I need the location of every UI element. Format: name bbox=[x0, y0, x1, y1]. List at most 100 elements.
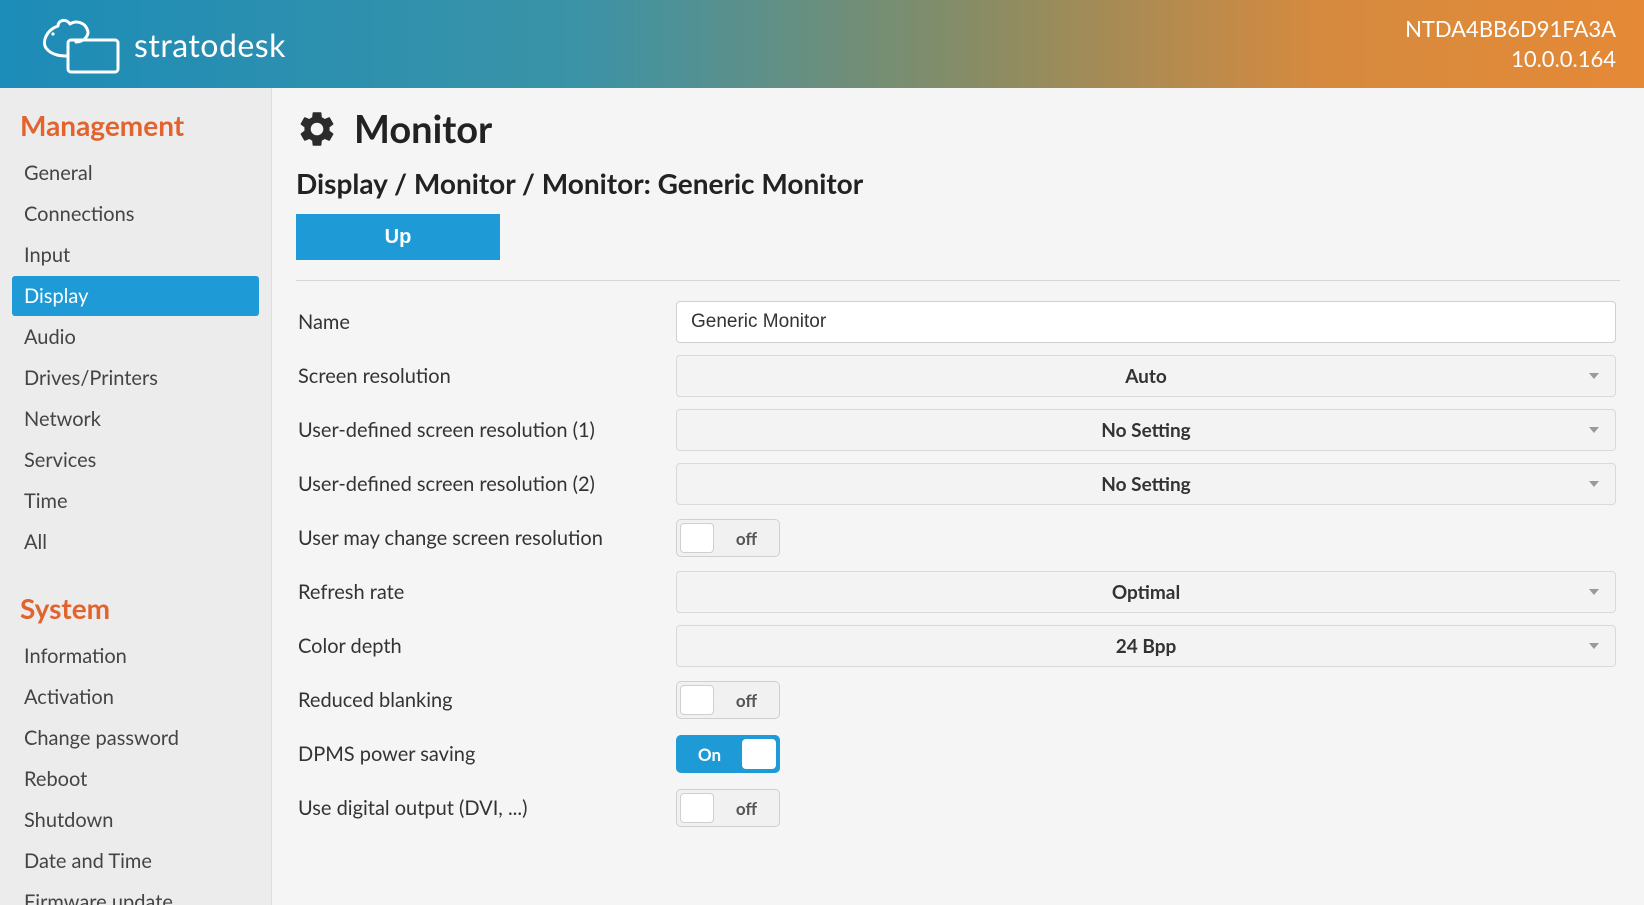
reduced-blank-toggle[interactable]: off bbox=[676, 681, 780, 719]
form-area: NameScreen resolutionAutoUser-defined sc… bbox=[296, 295, 1620, 835]
sidebar-item-label: Services bbox=[24, 448, 96, 472]
section-divider bbox=[296, 280, 1620, 281]
sidebar-item-drives-printers[interactable]: Drives/Printers bbox=[12, 358, 259, 398]
field-label: Screen resolution bbox=[296, 364, 676, 388]
toggle-knob bbox=[680, 685, 714, 715]
page-title: Monitor bbox=[354, 106, 492, 152]
refresh-rate-select[interactable]: Optimal bbox=[676, 571, 1616, 613]
sidebar-item-label: Firmware update bbox=[24, 890, 173, 905]
sidebar-item-label: Change password bbox=[24, 726, 179, 750]
sidebar-item-label: Display bbox=[24, 284, 88, 308]
form-row-name: Name bbox=[296, 295, 1616, 349]
gear-icon bbox=[296, 108, 338, 150]
field-control-cell bbox=[676, 301, 1616, 343]
sidebar-item-label: Audio bbox=[24, 325, 76, 349]
field-label: DPMS power saving bbox=[296, 742, 676, 766]
breadcrumb: Display / Monitor / Monitor: Generic Mon… bbox=[296, 166, 1620, 200]
sidebar-item-label: Network bbox=[24, 407, 101, 431]
sidebar-item-services[interactable]: Services bbox=[12, 440, 259, 480]
field-control-cell: Auto bbox=[676, 355, 1616, 397]
form-row-user-res-1: User-defined screen resolution (1)No Set… bbox=[296, 403, 1616, 457]
sidebar-item-label: Date and Time bbox=[24, 849, 152, 873]
toggle-label: off bbox=[714, 798, 779, 819]
sidebar-item-activation[interactable]: Activation bbox=[12, 677, 259, 717]
form-row-user-may-change: User may change screen resolutionoff bbox=[296, 511, 1616, 565]
header-ip: 10.0.0.164 bbox=[1405, 44, 1616, 74]
sidebar-item-general[interactable]: General bbox=[12, 153, 259, 193]
toggle-label: On bbox=[677, 744, 742, 765]
sidebar-section-title: System bbox=[12, 587, 259, 635]
sidebar-item-information[interactable]: Information bbox=[12, 636, 259, 676]
toggle-knob bbox=[742, 739, 776, 769]
user-res-1-select[interactable]: No Setting bbox=[676, 409, 1616, 451]
header-host-block: NTDA4BB6D91FA3A 10.0.0.164 bbox=[1405, 14, 1616, 73]
brand-text: stratodesk bbox=[134, 25, 286, 64]
form-row-refresh-rate: Refresh rate Optimal bbox=[296, 565, 1616, 619]
sidebar-item-date-and-time[interactable]: Date and Time bbox=[12, 841, 259, 881]
sidebar-item-change-password[interactable]: Change password bbox=[12, 718, 259, 758]
color-depth-select[interactable]: 24 Bpp bbox=[676, 625, 1616, 667]
sidebar-item-connections[interactable]: Connections bbox=[12, 194, 259, 234]
field-control-cell: off bbox=[676, 519, 1616, 557]
field-label: Use digital output (DVI, ...) bbox=[296, 796, 676, 820]
field-label: Reduced blanking bbox=[296, 688, 676, 712]
sidebar-item-label: Information bbox=[24, 644, 127, 668]
digital-out-toggle[interactable]: off bbox=[676, 789, 780, 827]
sidebar-item-label: Reboot bbox=[24, 767, 87, 791]
field-control-cell: No Setting bbox=[676, 409, 1616, 451]
up-button[interactable]: Up bbox=[296, 214, 500, 260]
sidebar-item-label: All bbox=[24, 530, 47, 554]
sidebar-item-input[interactable]: Input bbox=[12, 235, 259, 275]
sidebar-item-all[interactable]: All bbox=[12, 522, 259, 562]
select-value: No Setting bbox=[1101, 473, 1190, 496]
sidebar-item-label: Activation bbox=[24, 685, 114, 709]
field-control-cell: On bbox=[676, 735, 1616, 773]
form-row-reduced-blank: Reduced blanking off bbox=[296, 673, 1616, 727]
brand-logo-icon bbox=[28, 12, 120, 76]
sidebar-item-audio[interactable]: Audio bbox=[12, 317, 259, 357]
sidebar-item-label: General bbox=[24, 161, 93, 185]
name-input[interactable] bbox=[676, 301, 1616, 343]
field-control-cell: 24 Bpp bbox=[676, 625, 1616, 667]
header-bar: stratodesk NTDA4BB6D91FA3A 10.0.0.164 bbox=[0, 0, 1644, 88]
sidebar-item-network[interactable]: Network bbox=[12, 399, 259, 439]
chevron-down-icon bbox=[1589, 427, 1599, 433]
form-row-color-depth: Color depth24 Bpp bbox=[296, 619, 1616, 673]
field-control-cell: No Setting bbox=[676, 463, 1616, 505]
sidebar-item-label: Drives/Printers bbox=[24, 366, 158, 390]
sidebar: ManagementGeneralConnectionsInputDisplay… bbox=[0, 88, 272, 905]
main-content: Monitor Display / Monitor / Monitor: Gen… bbox=[272, 88, 1644, 905]
chevron-down-icon bbox=[1589, 373, 1599, 379]
chevron-down-icon bbox=[1589, 643, 1599, 649]
dpms-toggle[interactable]: On bbox=[676, 735, 780, 773]
toggle-label: off bbox=[714, 690, 779, 711]
user-may-change-toggle[interactable]: off bbox=[676, 519, 780, 557]
select-value: Optimal bbox=[1112, 581, 1180, 604]
form-row-user-res-2: User-defined screen resolution (2) No Set… bbox=[296, 457, 1616, 511]
field-label: Refresh rate bbox=[296, 580, 676, 604]
sidebar-item-display[interactable]: Display bbox=[12, 276, 259, 316]
form-row-dpms: DPMS power savingOn bbox=[296, 727, 1616, 781]
chevron-down-icon bbox=[1589, 589, 1599, 595]
page-title-row: Monitor bbox=[296, 106, 1620, 152]
sidebar-item-label: Connections bbox=[24, 202, 134, 226]
field-control-cell: Optimal bbox=[676, 571, 1616, 613]
sidebar-item-firmware-update[interactable]: Firmware update bbox=[12, 882, 259, 905]
sidebar-item-shutdown[interactable]: Shutdown bbox=[12, 800, 259, 840]
resolution-select[interactable]: Auto bbox=[676, 355, 1616, 397]
field-label: User-defined screen resolution (2) bbox=[296, 472, 676, 496]
sidebar-item-label: Input bbox=[24, 243, 70, 267]
sidebar-item-label: Shutdown bbox=[24, 808, 113, 832]
sidebar-item-reboot[interactable]: Reboot bbox=[12, 759, 259, 799]
field-control-cell: off bbox=[676, 681, 1616, 719]
form-row-resolution: Screen resolutionAuto bbox=[296, 349, 1616, 403]
toggle-knob bbox=[680, 793, 714, 823]
field-label: User-defined screen resolution (1) bbox=[296, 418, 676, 442]
select-value: 24 Bpp bbox=[1116, 635, 1177, 658]
user-res-2-select[interactable]: No Setting bbox=[676, 463, 1616, 505]
header-hostname: NTDA4BB6D91FA3A bbox=[1405, 14, 1616, 44]
brand: stratodesk bbox=[28, 12, 286, 76]
form-row-digital-out: Use digital output (DVI, ...) off bbox=[296, 781, 1616, 835]
chevron-down-icon bbox=[1589, 481, 1599, 487]
sidebar-item-time[interactable]: Time bbox=[12, 481, 259, 521]
